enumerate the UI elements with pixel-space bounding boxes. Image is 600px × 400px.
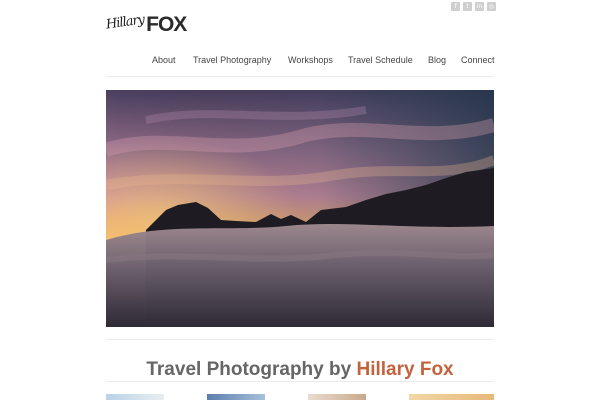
page-heading: Travel Photography by Hillary Fox xyxy=(106,359,494,381)
nav-travel-schedule[interactable]: Travel Schedule xyxy=(348,55,413,65)
heading-name: Hillary Fox xyxy=(356,358,454,380)
nav-divider xyxy=(106,76,494,77)
nav-connect[interactable]: Connect xyxy=(461,55,495,65)
linkedin-icon[interactable]: in xyxy=(475,2,484,11)
facebook-icon[interactable]: f xyxy=(451,2,460,11)
nav-blog[interactable]: Blog xyxy=(428,55,446,65)
hero-divider xyxy=(106,339,494,340)
nav-travel-photography[interactable]: Travel Photography xyxy=(193,55,271,65)
site-logo[interactable]: Hillary FOX xyxy=(105,11,187,36)
twitter-icon[interactable]: t xyxy=(463,2,472,11)
gallery-thumbnails xyxy=(106,394,494,400)
logo-wordmark: FOX xyxy=(146,13,187,36)
nav-workshops[interactable]: Workshops xyxy=(288,55,333,65)
social-links: f t in ◎ xyxy=(451,2,496,11)
main-nav: About Travel Photography Workshops Trave… xyxy=(0,55,600,69)
gallery-thumbnail[interactable] xyxy=(106,394,164,400)
heading-prefix: Travel Photography by xyxy=(146,358,357,380)
hero-photo-sunset-clouds xyxy=(106,90,494,327)
gallery-thumbnail[interactable] xyxy=(207,394,265,400)
gallery-thumbnail[interactable] xyxy=(308,394,366,400)
gallery-thumbnail[interactable] xyxy=(409,394,494,400)
heading-divider xyxy=(106,381,494,382)
hero-image[interactable] xyxy=(106,90,494,327)
logo-signature: Hillary xyxy=(105,12,145,33)
instagram-icon[interactable]: ◎ xyxy=(487,2,496,11)
nav-about[interactable]: About xyxy=(152,55,176,65)
